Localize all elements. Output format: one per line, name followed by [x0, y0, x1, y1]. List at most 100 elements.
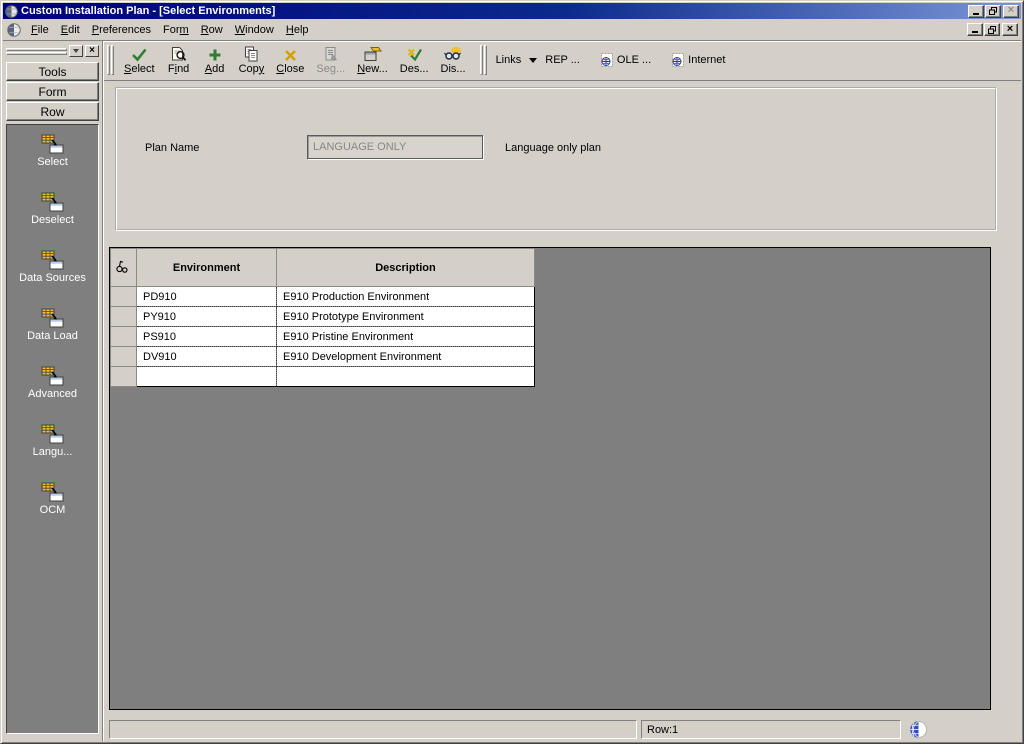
sidebar-item-label: OCM	[38, 504, 68, 517]
status-globe-panel	[905, 720, 931, 739]
child-restore-button[interactable]	[984, 23, 1000, 36]
grid-to-form-icon	[41, 192, 65, 212]
links-toolbar-grip[interactable]	[480, 45, 488, 75]
grid-to-form-icon	[41, 482, 65, 502]
sidebar-item-language[interactable]: Langu...	[7, 424, 98, 482]
environments-table: Environment Description PD910 E910 Produ…	[110, 248, 535, 387]
add-button-label: Add	[205, 63, 225, 75]
table-row-empty	[111, 367, 535, 387]
plan-name-input[interactable]	[307, 135, 483, 159]
links-dropdown-icon[interactable]	[529, 58, 537, 63]
sidebar-item-deselect[interactable]: Deselect	[7, 192, 98, 250]
cell-description[interactable]: E910 Prototype Environment	[277, 307, 535, 327]
title-bar: Custom Installation Plan - [Select Envir…	[3, 3, 1021, 19]
segment-notepad-icon	[323, 46, 338, 62]
grid-to-form-icon	[41, 134, 65, 154]
menu-bar: File Edit Preferences Form Row Window He…	[3, 19, 1021, 41]
links-internet-label: Internet	[688, 54, 725, 66]
links-toolbar: Links REP ... OLE ... Internet	[496, 52, 726, 68]
grid-to-form-icon	[41, 250, 65, 270]
sidebar-tab-row[interactable]: Row	[6, 102, 99, 121]
document-globe-icon	[671, 52, 685, 68]
close-icon: ×	[1007, 24, 1013, 35]
cell-description[interactable]: E910 Production Environment	[277, 287, 535, 307]
menu-form[interactable]: Form	[157, 21, 195, 39]
column-header-environment: Environment	[137, 249, 277, 287]
toolbar-drag-grip[interactable]	[107, 45, 115, 75]
links-label: Links	[496, 54, 522, 66]
sidebar-item-data-load[interactable]: Data Load	[7, 308, 98, 366]
cell-environment-empty[interactable]	[137, 367, 277, 387]
sidebar-item-label: Advanced	[26, 388, 79, 401]
row-exit-list: Select Deselect Data Sources Data Load A…	[6, 124, 99, 734]
close-icon: ×	[1008, 5, 1014, 16]
display-button[interactable]: Dis...	[435, 44, 472, 77]
table-row: PD910 E910 Production Environment	[111, 287, 535, 307]
cell-description-empty[interactable]	[277, 367, 535, 387]
menu-preferences[interactable]: Preferences	[86, 21, 157, 39]
select-button[interactable]: Select	[118, 44, 161, 77]
sidebar-item-label: Data Sources	[17, 272, 88, 285]
sidebar-dropdown-button[interactable]	[69, 45, 83, 57]
child-close-button[interactable]: ×	[1002, 23, 1018, 36]
exit-bar-sidebar: × Tools Form Row Select Deselect Data So…	[3, 41, 103, 741]
sidebar-drag-grip[interactable]	[6, 48, 67, 55]
window-restore-button[interactable]	[985, 5, 1001, 18]
menu-help[interactable]: Help	[280, 21, 315, 39]
window-close-button[interactable]: ×	[1003, 5, 1019, 18]
row-header[interactable]	[111, 327, 137, 347]
main-column: Select Find Add Copy Close	[103, 41, 1021, 741]
cell-environment[interactable]: PY910	[137, 307, 277, 327]
cell-description[interactable]: E910 Development Environment	[277, 347, 535, 367]
sidebar-item-label: Select	[35, 156, 70, 169]
cell-description[interactable]: E910 Pristine Environment	[277, 327, 535, 347]
row-header[interactable]	[111, 347, 137, 367]
gold-x-icon	[284, 46, 297, 62]
status-bar: Row:1	[104, 717, 1021, 741]
check-x-icon	[406, 46, 422, 62]
new-button[interactable]: New...	[351, 44, 394, 77]
child-minimize-button[interactable]	[967, 23, 983, 36]
close-button[interactable]: Close	[270, 44, 310, 77]
minimize-icon	[973, 13, 979, 15]
row-header[interactable]	[111, 367, 137, 387]
plan-header-groupbox: Plan Name Language only plan	[115, 87, 997, 231]
cell-environment[interactable]: PD910	[137, 287, 277, 307]
cell-environment[interactable]: DV910	[137, 347, 277, 367]
sidebar-tab-form[interactable]: Form	[6, 82, 99, 101]
sidebar-item-ocm[interactable]: OCM	[7, 482, 98, 540]
table-row: PY910 E910 Prototype Environment	[111, 307, 535, 327]
status-row-panel: Row:1	[641, 720, 901, 739]
cell-environment[interactable]: PS910	[137, 327, 277, 347]
find-button[interactable]: Find	[161, 44, 197, 77]
row-header[interactable]	[111, 307, 137, 327]
new-button-label: New...	[357, 63, 388, 75]
menu-file[interactable]: File	[25, 21, 55, 39]
copy-button[interactable]: Copy	[233, 44, 271, 77]
add-button[interactable]: Add	[197, 44, 233, 77]
plan-name-label: Plan Name	[145, 142, 199, 154]
sidebar-tab-tools[interactable]: Tools	[6, 62, 99, 81]
menu-window[interactable]: Window	[229, 21, 280, 39]
window-minimize-button[interactable]	[968, 5, 984, 18]
describe-button[interactable]: Des...	[394, 44, 435, 77]
sidebar-item-label: Data Load	[25, 330, 80, 343]
menu-row[interactable]: Row	[195, 21, 229, 39]
links-ole-item[interactable]: OLE ...	[600, 52, 651, 68]
spectacles-find-icon	[115, 259, 128, 274]
grid-to-form-icon	[41, 308, 65, 328]
column-header-description: Description	[277, 249, 535, 287]
sidebar-item-data-sources[interactable]: Data Sources	[7, 250, 98, 308]
sidebar-close-button[interactable]: ×	[85, 45, 99, 57]
menu-edit[interactable]: Edit	[55, 21, 86, 39]
copy-documents-icon	[243, 46, 259, 62]
segment-button: Seg...	[310, 44, 351, 77]
sidebar-item-advanced[interactable]: Advanced	[7, 366, 98, 424]
window-body: × Tools Form Row Select Deselect Data So…	[3, 41, 1021, 741]
sidebar-item-select[interactable]: Select	[7, 134, 98, 192]
links-rep-item[interactable]: REP ...	[545, 54, 580, 66]
links-internet-item[interactable]: Internet	[671, 52, 725, 68]
row-header[interactable]	[111, 287, 137, 307]
display-button-label: Dis...	[441, 63, 466, 75]
globe-icon	[909, 720, 928, 739]
